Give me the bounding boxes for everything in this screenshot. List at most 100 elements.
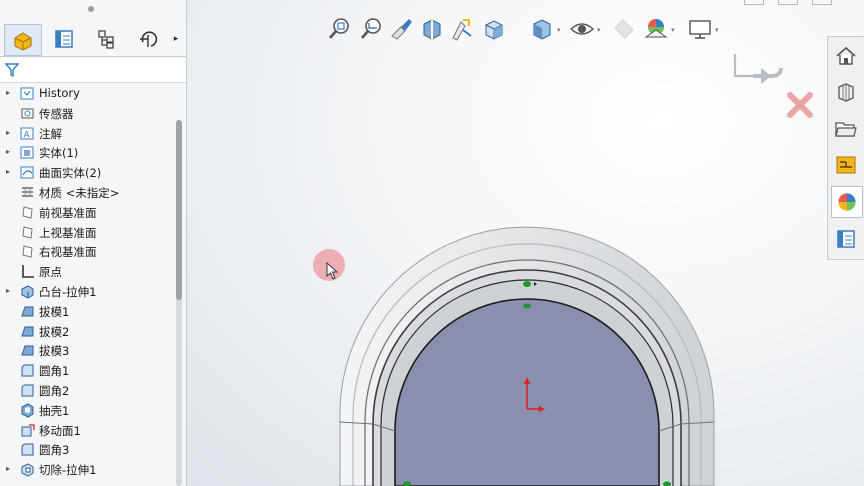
tree-item[interactable]: 上视基准面 — [0, 223, 176, 243]
heads-up-view-toolbar: ▾ ▾ ▾ ▾ — [327, 14, 757, 44]
edit-appearance-button[interactable] — [611, 16, 637, 42]
monitor-icon — [689, 20, 711, 39]
tree-item-label: 抽壳1 — [39, 403, 70, 418]
tree-item[interactable]: 材质 <未指定> — [0, 183, 176, 203]
tree-item[interactable]: 拔模2 — [0, 322, 176, 342]
close-button[interactable] — [812, 0, 832, 5]
filter-icon[interactable] — [5, 63, 19, 77]
tree-scrollbar[interactable] — [176, 120, 182, 486]
tree-item[interactable]: 移动面1 — [0, 421, 176, 441]
dynamic-annotation-button[interactable] — [449, 16, 475, 42]
extrude-boss-icon — [20, 284, 35, 299]
fillet-icon — [20, 363, 35, 378]
featuremanager-tab[interactable] — [4, 24, 42, 56]
tree-item[interactable]: 拔模3 — [0, 341, 176, 361]
custom-properties-tab[interactable] — [831, 224, 861, 254]
propertymanager-tab[interactable] — [46, 24, 82, 54]
display-style-button[interactable] — [529, 16, 555, 42]
view-settings-button[interactable] — [687, 16, 713, 42]
custom-properties-icon — [837, 230, 855, 248]
tree-item[interactable]: 圆角3 — [0, 440, 176, 460]
feature-manager-panel: ▸ ▸ History 传感器 ▸ A 注解 ▸ 实体(1) ▸ 曲面实体(2) 材质 <未指定> 前… — [0, 0, 187, 486]
tree-item[interactable]: 前视基准面 — [0, 203, 176, 223]
design-library-tab[interactable] — [831, 77, 861, 107]
expand-arrow-icon[interactable]: ▸ — [6, 88, 10, 97]
expand-arrow-icon[interactable]: ▸ — [6, 147, 10, 156]
folder-icon — [835, 122, 857, 137]
tree-item-label: 右视基准面 — [39, 245, 97, 260]
expand-arrow-icon[interactable]: ▸ — [6, 286, 10, 295]
exit-sketch-icon[interactable] — [731, 50, 787, 96]
tree-item[interactable]: ▸ History — [0, 84, 176, 104]
origin-icon — [20, 264, 35, 279]
featuremanager-icon — [14, 32, 32, 51]
view-palette-icon — [836, 156, 856, 174]
tree-filter-bar[interactable] — [0, 58, 186, 83]
tree-item-label: 凸台-拉伸1 — [39, 284, 97, 299]
part-model[interactable] — [337, 226, 717, 486]
tree-item-label: 曲面实体(2) — [39, 166, 102, 181]
chevron-down-icon[interactable]: ▾ — [597, 26, 601, 34]
more-tabs-button[interactable]: ▸ — [168, 24, 184, 54]
expand-arrow-icon[interactable]: ▸ — [6, 128, 10, 137]
appearances-scenes-tab[interactable] — [831, 186, 863, 218]
dynamic-annotation-icon — [452, 19, 472, 41]
dimxpert-icon — [140, 31, 158, 47]
tree-item[interactable]: ▸ A 注解 — [0, 124, 176, 144]
apply-scene-button[interactable] — [643, 16, 669, 42]
tree-item[interactable]: 传感器 — [0, 104, 176, 124]
hide-show-items-button[interactable] — [569, 16, 595, 42]
sketch-point[interactable] — [523, 303, 531, 309]
plane-icon — [20, 225, 35, 240]
draft-icon — [20, 304, 35, 319]
tree-item[interactable]: 原点 — [0, 262, 176, 282]
tree-item[interactable]: ▸ 实体(1) — [0, 143, 176, 163]
tree-item[interactable]: 拔模1 — [0, 302, 176, 322]
view-orientation-button[interactable] — [481, 16, 507, 42]
tree-item-label: 圆角3 — [39, 443, 70, 458]
tree-item-label: History — [39, 86, 80, 100]
home-icon — [836, 46, 856, 65]
configurationmanager-tab[interactable] — [88, 24, 124, 54]
tree-item-label: 实体(1) — [39, 146, 79, 161]
cancel-icon[interactable] — [785, 90, 815, 120]
panel-grip[interactable] — [88, 6, 94, 12]
tree-item[interactable]: ▸ 凸台-拉伸1 — [0, 282, 176, 302]
draft-icon — [20, 324, 35, 339]
minimize-button[interactable] — [744, 0, 764, 5]
material-icon — [20, 185, 35, 200]
zoom-to-fit-button[interactable] — [327, 16, 353, 42]
surface-bodies-icon — [20, 165, 35, 180]
tree-item[interactable]: 圆角1 — [0, 361, 176, 381]
file-explorer-tab[interactable] — [831, 114, 861, 144]
plane-icon — [20, 205, 35, 220]
zoom-to-area-button[interactable] — [359, 16, 385, 42]
tree-item-label: 圆角2 — [39, 383, 70, 398]
tree-item-label: 拔模3 — [39, 344, 70, 359]
tree-item[interactable]: 右视基准面 — [0, 242, 176, 262]
tree-item-label: 传感器 — [39, 106, 74, 121]
view-palette-tab[interactable] — [831, 150, 861, 180]
tree-scrollbar-thumb[interactable] — [176, 120, 182, 300]
confirmation-corner — [727, 50, 817, 130]
tree-item[interactable]: 圆角2 — [0, 381, 176, 401]
chevron-down-icon[interactable]: ▾ — [715, 26, 719, 34]
appearances-icon — [837, 192, 857, 212]
move-face-icon — [20, 423, 35, 438]
graphics-area[interactable]: ▾ ▾ ▾ ▾ — [187, 0, 864, 486]
tree-item[interactable]: ▸ 曲面实体(2) — [0, 163, 176, 183]
expand-arrow-icon[interactable]: ▸ — [6, 167, 10, 176]
solidworks-resources-tab[interactable] — [831, 41, 861, 71]
chevron-down-icon[interactable]: ▾ — [671, 26, 675, 34]
solid-bodies-icon — [20, 145, 35, 160]
dimxpert-tab[interactable] — [130, 24, 166, 54]
section-view-icon — [423, 19, 441, 40]
sketch-point[interactable] — [523, 281, 531, 287]
expand-arrow-icon[interactable]: ▸ — [6, 464, 10, 473]
section-view-button[interactable] — [419, 16, 445, 42]
tree-item[interactable]: ▸ 切除-拉伸1 — [0, 460, 176, 480]
restore-button[interactable] — [778, 0, 798, 5]
tree-item[interactable]: 抽壳1 — [0, 401, 176, 421]
previous-view-button[interactable] — [389, 16, 415, 42]
chevron-down-icon[interactable]: ▾ — [557, 26, 561, 34]
